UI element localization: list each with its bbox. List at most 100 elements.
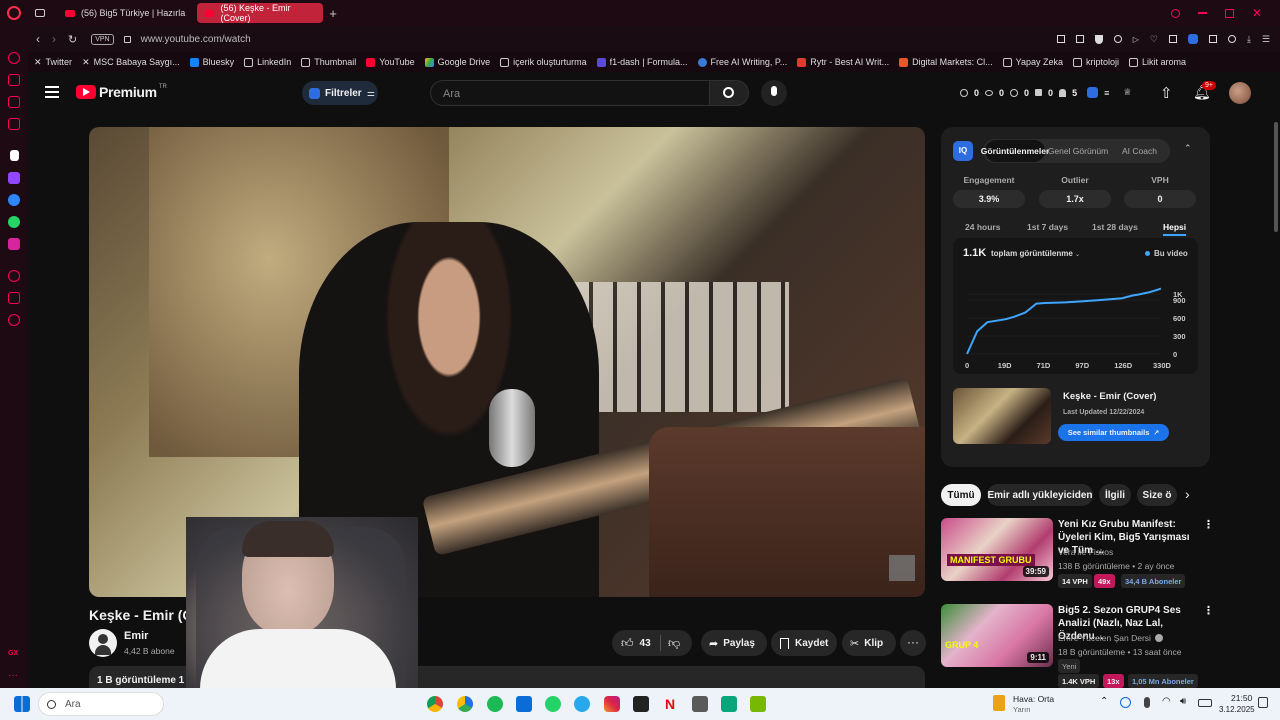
messenger-icon[interactable] xyxy=(8,194,20,206)
nvidia-icon[interactable] xyxy=(750,696,766,712)
chip-for-you[interactable]: Size ö xyxy=(1137,484,1177,506)
chrome-icon[interactable] xyxy=(427,696,443,712)
tab-search-icon[interactable] xyxy=(1168,35,1177,43)
history-icon[interactable] xyxy=(8,314,20,326)
taskbar-search[interactable]: Ara xyxy=(38,692,164,716)
bookmark-msc[interactable]: ✕ MSC Babaya Saygı... xyxy=(82,57,180,68)
clip-button[interactable]: ✂ Klip xyxy=(842,630,896,656)
collapse-chevron-icon[interactable]: ⌃ xyxy=(1184,143,1192,154)
range-7d[interactable]: 1st 7 days xyxy=(1027,222,1068,232)
pin-icon[interactable] xyxy=(1056,35,1065,43)
save-button[interactable]: Kaydet xyxy=(771,630,837,656)
recommendation-more-icon[interactable]: ⋮ xyxy=(1203,604,1214,617)
new-tab-button[interactable]: + xyxy=(329,6,337,21)
similar-thumbnails-button[interactable]: See similar thumbnails ↗ xyxy=(1058,424,1169,441)
downloads-icon[interactable] xyxy=(8,292,20,304)
filters-button[interactable]: Filtreler ⚌ xyxy=(302,81,378,105)
shield-icon[interactable] xyxy=(1094,34,1103,44)
weather-widget[interactable]: Hava: Orta Yarın xyxy=(993,692,1073,716)
reload-icon[interactable]: ↻ xyxy=(68,33,77,46)
wallet-icon[interactable] xyxy=(8,96,20,108)
screenshot-icon[interactable] xyxy=(1075,35,1084,43)
snapshot-icon[interactable] xyxy=(8,118,20,130)
dislike-button[interactable]: 👎︎ xyxy=(664,630,690,656)
whatsapp-icon[interactable] xyxy=(8,216,20,228)
bookmark-linkedin[interactable]: LinkedIn xyxy=(244,57,291,67)
range-24h[interactable]: 24 hours xyxy=(965,222,1000,232)
bookmark-twitter[interactable]: ✕ Twitter xyxy=(34,57,72,68)
back-icon[interactable]: ‹ xyxy=(36,32,40,46)
tray-wifi-icon[interactable]: ◠ xyxy=(1162,696,1171,707)
url-field[interactable]: www.youtube.com/watch xyxy=(141,34,251,45)
twitch-icon[interactable] xyxy=(8,172,20,184)
menu-icon[interactable] xyxy=(45,86,59,98)
search-button[interactable] xyxy=(709,80,749,106)
tray-sync-icon[interactable] xyxy=(1120,697,1131,708)
netflix-icon[interactable]: N xyxy=(662,696,678,712)
bookmark-kriptoloji[interactable]: kriptoloji xyxy=(1073,57,1119,67)
tab-overview[interactable]: Genel Görünüm xyxy=(1047,140,1109,162)
thumbnail-preview[interactable] xyxy=(953,388,1051,444)
spotify-icon[interactable] xyxy=(487,696,503,712)
tab-switcher-icon[interactable] xyxy=(35,9,45,17)
download-icon[interactable]: ⤓ xyxy=(1247,34,1251,45)
more-actions-button[interactable]: ··· xyxy=(900,630,926,656)
aria-icon[interactable] xyxy=(8,52,20,64)
tray-chevron-icon[interactable]: ⌃ xyxy=(1100,696,1108,707)
close-icon[interactable]: ✕ xyxy=(1252,6,1262,20)
bookmark-rytr[interactable]: Rytr - Best AI Writ... xyxy=(797,57,889,67)
bookmark-digital-markets[interactable]: Digital Markets: Cl... xyxy=(899,57,993,67)
tab-ai-coach[interactable]: AI Coach xyxy=(1111,140,1168,162)
recommendation-thumbnail[interactable]: GRUP 4 9:11 xyxy=(941,604,1053,667)
recommendation-channel[interactable]: Vera ile Fiskos xyxy=(1058,547,1113,557)
youtube-logo[interactable]: Premium TR xyxy=(76,84,167,100)
chips-next-chevron-icon[interactable]: › xyxy=(1185,486,1190,502)
opera-logo-icon[interactable] xyxy=(7,6,21,20)
vidiq-ext-icon[interactable] xyxy=(1187,34,1198,44)
voice-search-button[interactable] xyxy=(761,80,787,106)
bookmark-f1dash[interactable]: f1-dash | Formula... xyxy=(596,57,688,67)
page-scrollbar[interactable] xyxy=(1274,122,1278,232)
gx-icon[interactable]: GX xyxy=(8,650,20,662)
recommendation-thumbnail[interactable]: MANIFEST GRUBU 39:59 xyxy=(941,518,1053,581)
easy-setup-icon[interactable]: ☰ xyxy=(1262,34,1270,45)
instagram-icon[interactable] xyxy=(8,238,20,250)
tray-mic-icon[interactable] xyxy=(1144,697,1150,708)
app-icon[interactable] xyxy=(721,696,737,712)
avatar[interactable] xyxy=(1229,82,1251,104)
bookmark-free-ai[interactable]: Free AI Writing, P... xyxy=(697,57,787,67)
bookmark-yapay-zeka[interactable]: Yapay Zeka xyxy=(1002,57,1063,67)
vpn-badge[interactable]: VPN xyxy=(91,33,114,45)
channel-watermark-icon[interactable] xyxy=(889,555,915,581)
search-icon[interactable] xyxy=(1170,8,1180,18)
clock-time[interactable]: 21:50 xyxy=(1231,693,1252,703)
upload-icon[interactable]: ⇧ xyxy=(1160,84,1173,102)
bookmark-icerik[interactable]: içerik oluşturturma xyxy=(500,57,587,67)
store-icon[interactable] xyxy=(516,696,532,712)
tray-volume-icon[interactable]: 🔊︎ xyxy=(1180,696,1186,707)
whatsapp-icon[interactable] xyxy=(545,696,561,712)
epic-games-icon[interactable] xyxy=(633,696,649,712)
bookmark-youtube[interactable]: YouTube xyxy=(366,57,415,67)
telegram-icon[interactable] xyxy=(574,696,590,712)
notification-center-icon[interactable] xyxy=(1258,697,1268,708)
bookmark-drive[interactable]: Google Drive xyxy=(424,57,490,67)
chip-all[interactable]: Tümü xyxy=(941,484,981,506)
range-all[interactable]: Hepsi xyxy=(1163,222,1187,236)
channel-name[interactable]: Emir xyxy=(124,630,148,642)
recommendation-channel[interactable]: Emre Yücelen Şan Dersi xyxy=(1058,633,1163,643)
bookmark-thumbnail[interactable]: Thumbnail xyxy=(301,57,356,67)
search-box[interactable]: Ara xyxy=(430,80,710,106)
windows-start-icon[interactable] xyxy=(14,696,30,712)
play-icon[interactable]: ▷ xyxy=(1133,35,1139,44)
tab-keske[interactable]: (56) Keşke - Emir (Cover) xyxy=(197,3,324,23)
forward-icon[interactable]: › xyxy=(52,32,56,46)
recommendation-item[interactable]: GRUP 4 9:11 Big5 2. Sezon GRUP4 Ses Anal… xyxy=(941,604,1214,688)
tab-views[interactable]: Görüntülenmeler xyxy=(981,140,1049,162)
recommendation-item[interactable]: MANIFEST GRUBU 39:59 Yeni Kız Grubu Mani… xyxy=(941,518,1214,588)
extensions-icon[interactable] xyxy=(1208,35,1217,43)
bookmark-bluesky[interactable]: Bluesky xyxy=(189,57,234,67)
bookmark-likit[interactable]: Likit aroma xyxy=(1129,57,1186,67)
flow-icon[interactable] xyxy=(1113,35,1122,43)
heart-icon[interactable]: ♡ xyxy=(1150,34,1158,45)
